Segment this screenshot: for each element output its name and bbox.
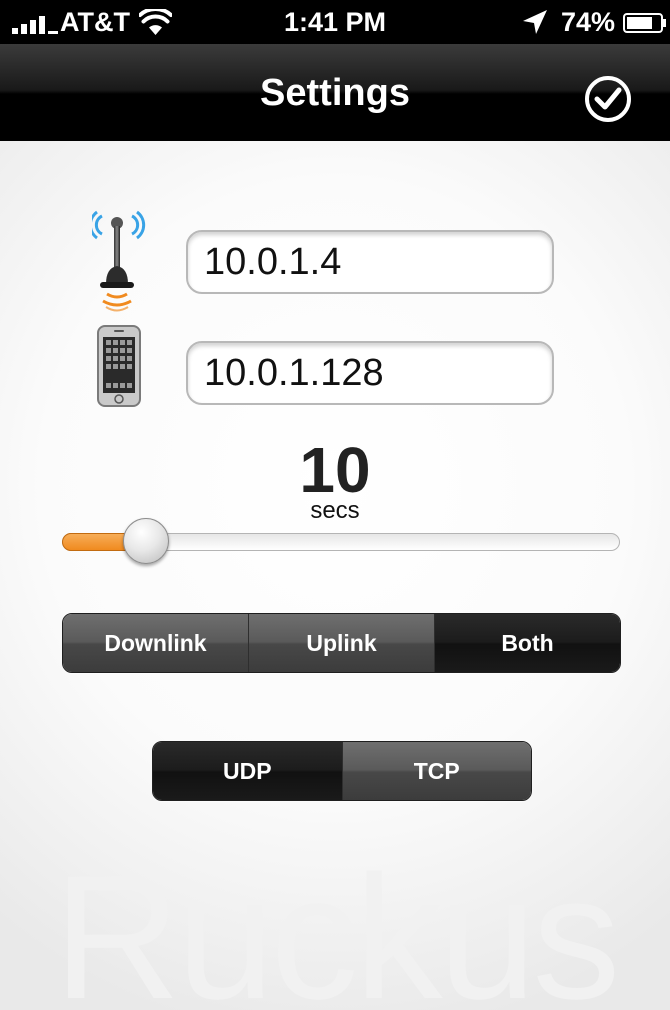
device-ip-field[interactable] bbox=[186, 341, 554, 405]
status-bar: AT&T 1:41 PM 74% bbox=[0, 0, 670, 44]
navigation-bar: Settings bbox=[0, 44, 670, 141]
segment-tcp[interactable]: TCP bbox=[341, 742, 531, 800]
segment-udp[interactable]: UDP bbox=[153, 742, 342, 800]
battery-percent: 74% bbox=[561, 7, 616, 37]
app-screen: AT&T 1:41 PM 74% Settings 10.0.1.4 10.0.… bbox=[0, 0, 670, 1010]
segment-downlink[interactable]: Downlink bbox=[63, 614, 248, 672]
segment-both[interactable]: Both bbox=[434, 614, 620, 672]
location-arrow-icon bbox=[523, 10, 547, 34]
direction-segmented-control: Downlink Uplink Both bbox=[62, 613, 621, 673]
segment-uplink[interactable]: Uplink bbox=[248, 614, 434, 672]
interval-slider-thumb[interactable] bbox=[122, 518, 169, 564]
interval-unit: secs bbox=[310, 497, 360, 524]
smartphone-icon bbox=[97, 325, 141, 407]
access-point-ip-field[interactable] bbox=[186, 230, 554, 294]
protocol-segmented-control: UDP TCP bbox=[152, 741, 532, 801]
brand-watermark: Ruckus bbox=[53, 840, 621, 1010]
done-checkmark-button[interactable] bbox=[584, 75, 632, 123]
wireless-antenna-icon bbox=[92, 210, 146, 312]
page-title: Settings bbox=[260, 72, 410, 114]
battery-icon bbox=[623, 13, 666, 33]
interval-value: 10 bbox=[299, 434, 371, 506]
